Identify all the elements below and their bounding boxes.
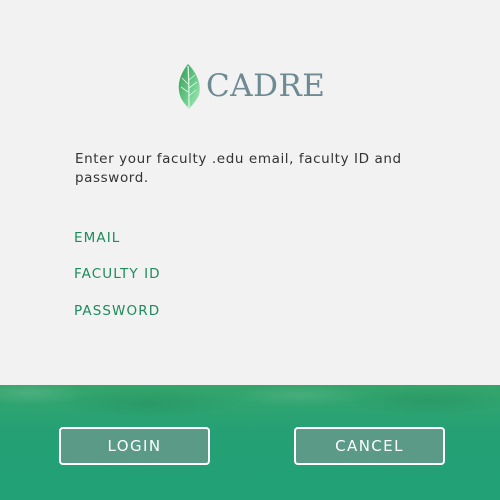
cancel-button[interactable]: CANCEL xyxy=(294,427,445,465)
brand-name: CADRE xyxy=(206,67,326,104)
password-field[interactable]: PASSWORD xyxy=(74,303,160,319)
login-button[interactable]: LOGIN xyxy=(59,427,210,465)
cadre-logo: CADRE xyxy=(176,62,325,110)
faculty-id-field[interactable]: FACULTY ID xyxy=(74,266,161,282)
leaf-icon xyxy=(178,64,200,109)
email-field[interactable]: EMAIL xyxy=(74,230,120,246)
login-instructions: Enter your faculty .edu email, faculty I… xyxy=(75,151,402,186)
